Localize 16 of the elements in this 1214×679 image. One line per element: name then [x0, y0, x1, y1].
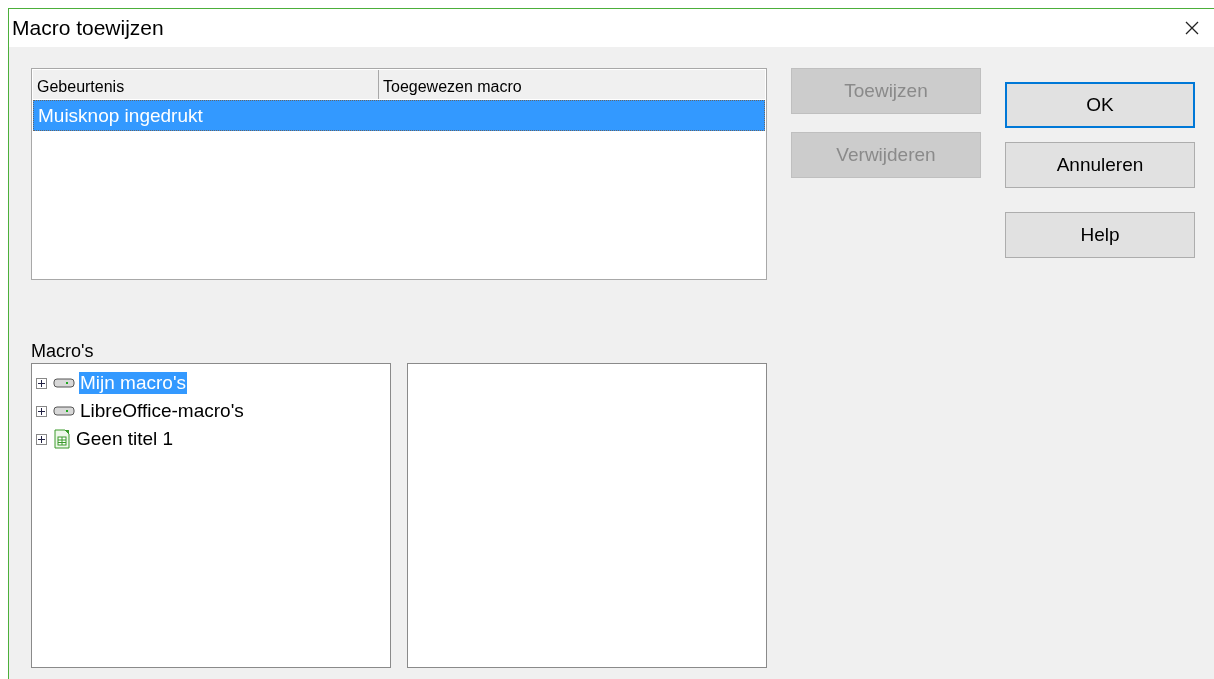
dialog-button[interactable]: OK [1005, 82, 1195, 128]
close-icon[interactable] [1185, 21, 1199, 35]
tree-item[interactable]: Geen titel 1 [75, 428, 175, 450]
macros-label: Macro's [31, 341, 94, 361]
column-header[interactable]: Gebeurtenis [33, 70, 379, 99]
drive-icon [53, 405, 75, 417]
dialog-button[interactable]: Annuleren [1005, 142, 1195, 188]
expand-icon[interactable] [36, 405, 47, 417]
tree-item[interactable]: LibreOffice-macro's [79, 400, 245, 422]
window-title: Macro toewijzen [12, 16, 164, 40]
dialog-button[interactable]: Help [1005, 212, 1195, 258]
column-header[interactable]: Toegewezen macro [379, 70, 522, 99]
expand-icon[interactable] [36, 377, 47, 389]
expand-icon[interactable] [36, 433, 47, 445]
spreadsheet-icon [53, 429, 71, 449]
drive-icon [53, 377, 75, 389]
